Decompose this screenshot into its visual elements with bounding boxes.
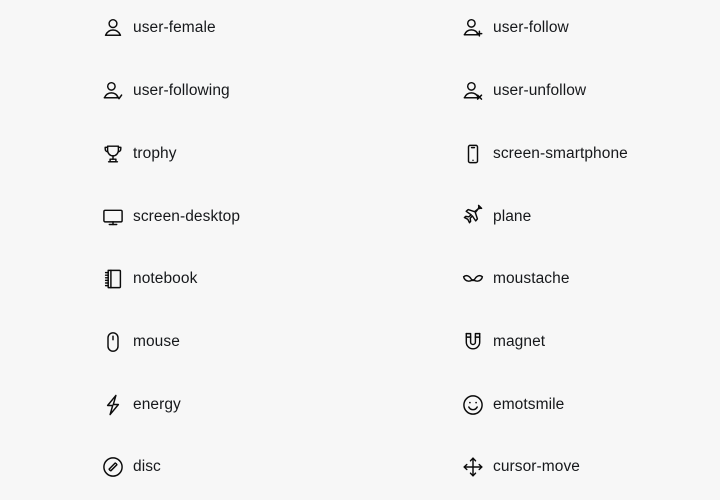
icon-label: disc bbox=[133, 458, 161, 476]
icon-label: screen-smartphone bbox=[493, 145, 628, 163]
icon-label: screen-desktop bbox=[133, 208, 241, 226]
icon-item-plane[interactable]: plane bbox=[462, 202, 712, 232]
icon-item-disc[interactable]: disc bbox=[102, 452, 432, 482]
user-female-icon bbox=[102, 17, 124, 39]
icon-item-moustache[interactable]: moustache bbox=[462, 264, 712, 294]
icon-gallery: user-female user-follow user-following u… bbox=[0, 0, 720, 500]
screen-desktop-icon bbox=[102, 206, 124, 228]
icon-label: cursor-move bbox=[493, 458, 580, 476]
icon-label: user-following bbox=[133, 82, 230, 100]
icon-item-user-follow[interactable]: user-follow bbox=[462, 13, 712, 43]
magnet-icon bbox=[462, 331, 484, 353]
cursor-move-icon bbox=[462, 456, 484, 478]
user-unfollow-icon bbox=[462, 80, 484, 102]
user-follow-icon bbox=[462, 17, 484, 39]
icon-label: mouse bbox=[133, 333, 180, 351]
icon-label: plane bbox=[493, 208, 532, 226]
icon-item-user-female[interactable]: user-female bbox=[102, 13, 432, 43]
moustache-icon bbox=[462, 268, 484, 290]
icon-label: notebook bbox=[133, 270, 198, 288]
icon-label: energy bbox=[133, 396, 181, 414]
energy-icon bbox=[102, 394, 124, 416]
icon-label: user-female bbox=[133, 19, 216, 37]
icon-item-user-unfollow[interactable]: user-unfollow bbox=[462, 76, 712, 106]
icon-item-screen-smartphone[interactable]: screen-smartphone bbox=[462, 139, 712, 169]
icon-label: user-follow bbox=[493, 19, 569, 37]
disc-icon bbox=[102, 456, 124, 478]
icon-item-emotsmile[interactable]: emotsmile bbox=[462, 390, 712, 420]
user-following-icon bbox=[102, 80, 124, 102]
icon-label: user-unfollow bbox=[493, 82, 587, 100]
trophy-icon bbox=[102, 143, 124, 165]
icon-item-energy[interactable]: energy bbox=[102, 390, 432, 420]
icon-item-user-following[interactable]: user-following bbox=[102, 76, 432, 106]
icon-label: magnet bbox=[493, 333, 546, 351]
icon-label: emotsmile bbox=[493, 396, 565, 414]
icon-label: moustache bbox=[493, 270, 570, 288]
icon-item-magnet[interactable]: magnet bbox=[462, 327, 712, 357]
emotsmile-icon bbox=[462, 394, 484, 416]
screen-smartphone-icon bbox=[462, 143, 484, 165]
icon-item-screen-desktop[interactable]: screen-desktop bbox=[102, 202, 432, 232]
mouse-icon bbox=[102, 331, 124, 353]
icon-item-notebook[interactable]: notebook bbox=[102, 264, 432, 294]
plane-icon bbox=[462, 204, 484, 228]
icon-item-mouse[interactable]: mouse bbox=[102, 327, 432, 357]
icon-label: trophy bbox=[133, 145, 177, 163]
icon-item-cursor-move[interactable]: cursor-move bbox=[462, 452, 712, 482]
icon-item-trophy[interactable]: trophy bbox=[102, 139, 432, 169]
notebook-icon bbox=[102, 268, 124, 290]
